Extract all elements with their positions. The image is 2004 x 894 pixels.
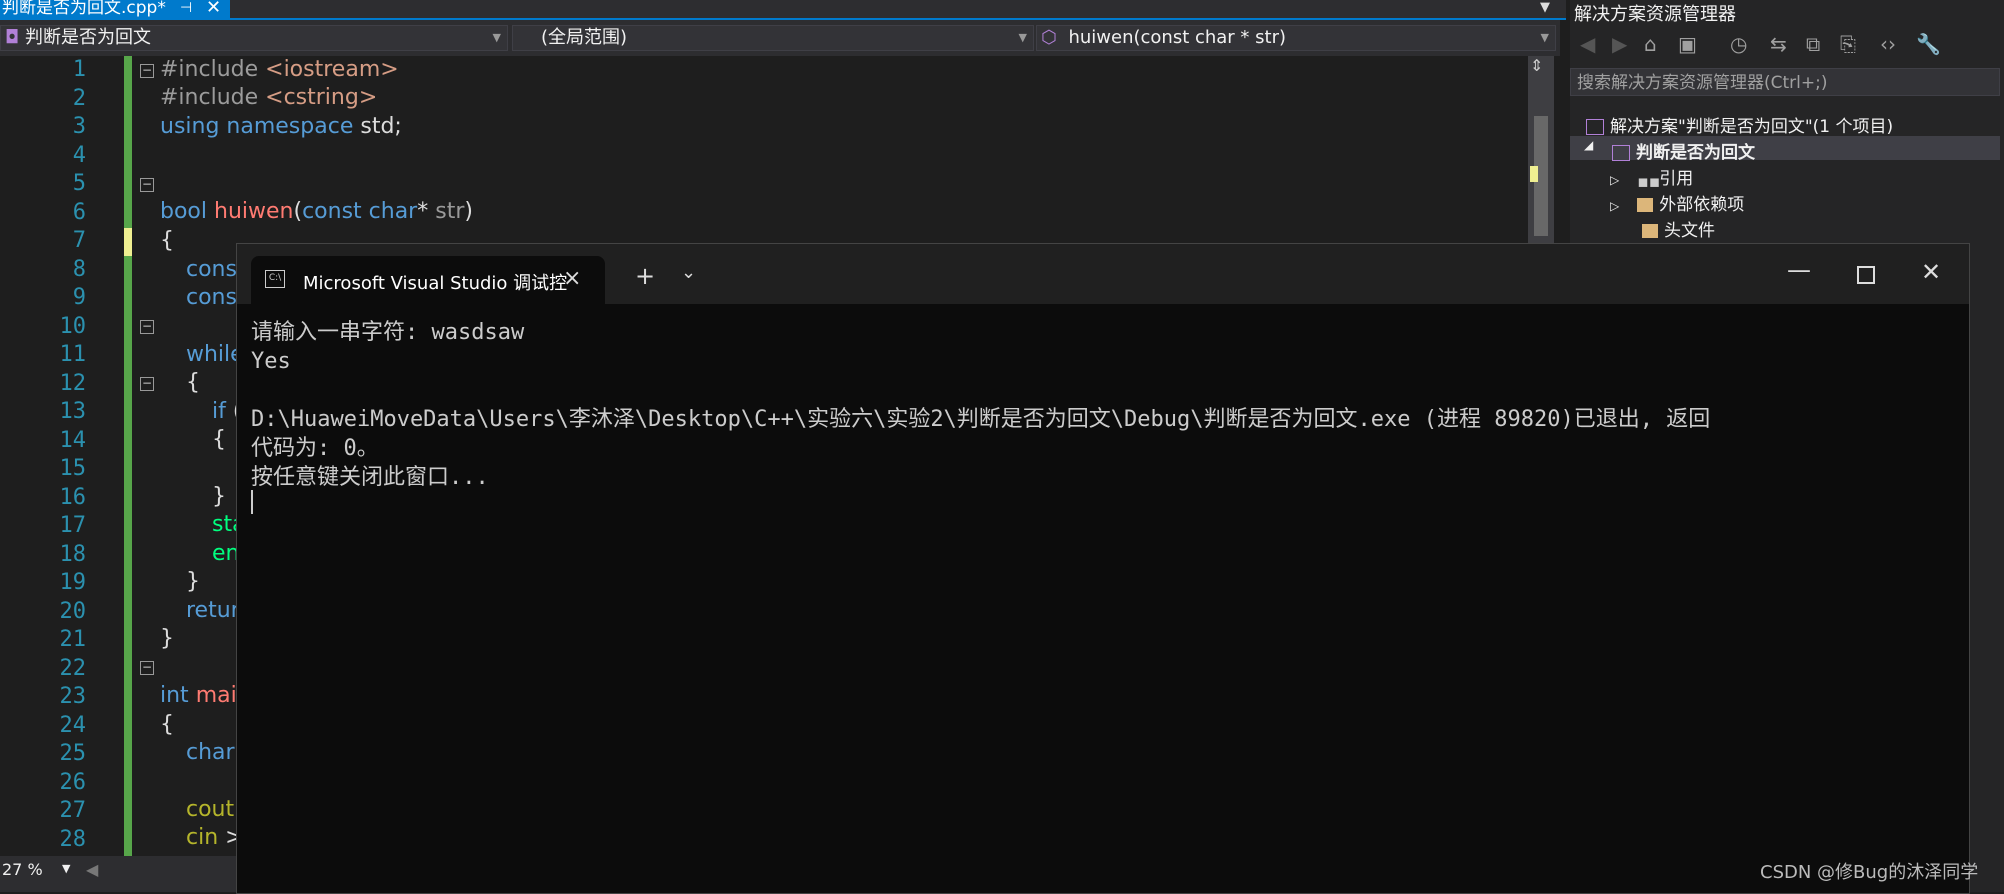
chevron-down-icon[interactable]: ⌄ (681, 262, 696, 283)
console-titlebar: C:\ Microsoft Visual Studio 调试控 × + ⌄ — … (237, 244, 1969, 304)
maximize-icon[interactable] (1857, 266, 1875, 284)
project-dropdown-label: 判断是否为回文 (24, 27, 151, 48)
method-icon: ⬡ (1041, 27, 1057, 48)
close-window-icon[interactable]: ✕ (1921, 258, 1941, 286)
folder-icon (1637, 198, 1654, 212)
solution-explorer-toolbar: ◀ ▶ ⌂ ▣ ◷ ⇆ ⧉ ⎘ ‹› 🔧 (1570, 28, 2004, 64)
member-dropdown-label: huiwen(const char * str) (1068, 27, 1287, 48)
project-dropdown[interactable]: ◘ 判断是否为回文 ▼ (0, 25, 508, 51)
expanded-arrow-icon[interactable]: ◢ (1584, 138, 1593, 152)
document-tab[interactable]: 判断是否为回文.cpp* ⊣ ✕ (0, 0, 230, 18)
console-line: D:\HuaweiMoveData\Users\李沐泽\Desktop\C++\… (251, 407, 1711, 432)
solution-search-input[interactable]: 搜索解决方案资源管理器(Ctrl+;) (1570, 68, 2000, 96)
switch-view-icon[interactable]: ▣ (1678, 32, 1697, 56)
chevron-down-icon[interactable]: ▼ (62, 862, 70, 875)
tree-item-label: 外部依赖项 (1659, 195, 1745, 215)
new-tab-icon[interactable]: + (635, 262, 655, 290)
references-icon: ▪▪ (1637, 172, 1661, 192)
minimize-icon[interactable]: — (1787, 256, 1811, 284)
close-tab-icon[interactable]: × (563, 266, 581, 291)
sync-icon[interactable]: ⇆ (1770, 32, 1787, 56)
collapsed-arrow-icon[interactable]: ▷ (1610, 199, 1619, 213)
change-tracking-bar (124, 56, 132, 856)
console-line: 按任意键关闭此窗口... (251, 465, 489, 490)
member-dropdown[interactable]: ⬡ huiwen(const char * str) ▼ (1036, 25, 1556, 51)
console-line: ​ (251, 376, 1961, 405)
home-icon[interactable]: ⌂ (1644, 32, 1657, 56)
unsaved-change-marker (124, 228, 132, 256)
zoom-level[interactable]: 27 % (2, 860, 43, 879)
close-tab-icon[interactable]: ✕ (206, 0, 221, 17)
chevron-down-icon: ▼ (492, 31, 501, 44)
project-icon (1612, 145, 1630, 161)
project-icon: ◘ (5, 27, 20, 48)
pin-icon[interactable]: ⊣ (180, 0, 192, 17)
tree-item-header-files[interactable]: 头文件 (1642, 216, 1715, 241)
pending-changes-icon[interactable]: ◷ (1730, 32, 1747, 56)
forward-icon[interactable]: ▶ (1612, 32, 1627, 56)
scope-dropdown[interactable]: (全局范围) ▼ (512, 25, 1034, 51)
console-line: 代码为: 0。 (251, 436, 379, 461)
console-line: Yes (251, 349, 291, 374)
folder-icon (1642, 224, 1658, 238)
collapsed-arrow-icon[interactable]: ▷ (1610, 173, 1619, 187)
solution-label: 解决方案"判断是否为回文"(1 个项目) (1610, 117, 1894, 137)
console-output: 请输入一串字符: wasdsaw Yes ​ D:\HuaweiMoveData… (251, 318, 1961, 492)
solution-explorer-title: 解决方案资源管理器 (1574, 4, 1736, 25)
project-label: 判断是否为回文 (1636, 143, 1755, 163)
back-icon[interactable]: ◀ (1580, 32, 1595, 56)
solution-icon (1586, 119, 1604, 135)
tree-item-external-deps[interactable]: ▷ 外部依赖项 (1610, 190, 1744, 215)
scope-dropdown-label: (全局范围) (541, 27, 628, 48)
tree-item-label: 头文件 (1664, 221, 1715, 241)
solution-node[interactable]: 解决方案"判断是否为回文"(1 个项目) (1586, 112, 1893, 137)
console-tab-title: Microsoft Visual Studio 调试控 (303, 273, 568, 294)
tree-item-references[interactable]: ▷ ▪▪引用 (1610, 164, 1694, 192)
show-all-files-icon[interactable]: ⎘ (1840, 32, 1856, 56)
zoom-bar: 27 % ▼ ◀ (0, 856, 240, 892)
console-tab[interactable]: C:\ Microsoft Visual Studio 调试控 × (251, 256, 605, 304)
document-tab-title: 判断是否为回文.cpp* (2, 0, 166, 18)
navigation-bar: ◘ 判断是否为回文 ▼ (全局范围) ▼ ⬡ huiwen(const char… (0, 20, 1560, 56)
project-node[interactable]: ◢ 判断是否为回文 (1570, 136, 2000, 163)
collapse-all-icon[interactable]: ⧉ (1806, 32, 1820, 56)
document-tab-strip (0, 0, 1566, 20)
tab-list-dropdown-icon[interactable]: ▼ (1540, 0, 1550, 15)
line-numbers: 1 2 3 4 5 6 7 8 9 10 11 12 13 14 15 16 17 18 19 20 21 22 23 24 2… (59, 57, 87, 852)
console-line: 请输入一串字符: wasdsaw (251, 320, 525, 345)
scroll-left-icon[interactable]: ◀ (86, 860, 98, 879)
chevron-down-icon: ▼ (1018, 31, 1027, 44)
chevron-down-icon: ▼ (1540, 31, 1549, 44)
text-cursor (251, 490, 253, 514)
properties-icon[interactable]: 🔧 (1916, 32, 1941, 56)
tree-item-label: 引用 (1659, 169, 1694, 189)
debug-console-window[interactable]: C:\ Microsoft Visual Studio 调试控 × + ⌄ — … (236, 243, 1970, 894)
split-window-icon[interactable]: ⇕ (1530, 56, 1543, 75)
line-number-margin: 1 2 3 4 5 6 7 8 9 10 11 12 13 14 15 16 17 18 19 20 21 22 23 24 2… (0, 56, 126, 866)
scrollbar-change-marker (1530, 166, 1538, 182)
console-icon: C:\ (265, 270, 285, 288)
view-code-icon[interactable]: ‹› (1880, 32, 1896, 56)
watermark: CSDN @修Bug的沐泽同学 (1760, 862, 1979, 883)
